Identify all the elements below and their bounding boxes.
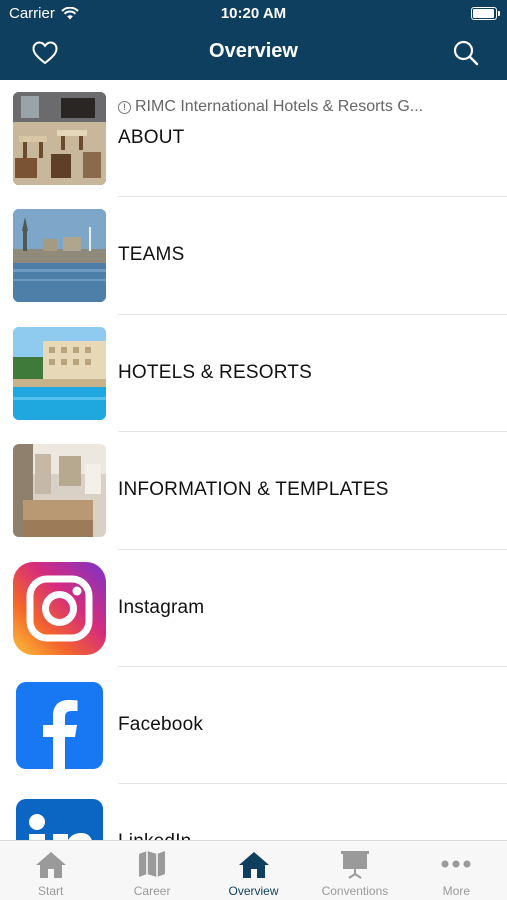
list-item-label: LinkedIn: [118, 831, 191, 840]
tab-label: Overview: [228, 884, 279, 898]
map-icon: [139, 851, 166, 877]
status-time: 10:20 AM: [220, 5, 287, 22]
tab-conventions[interactable]: Conventions: [304, 841, 405, 900]
list-item-label: INFORMATION & TEMPLATES: [118, 479, 389, 501]
list-item-facebook[interactable]: Facebook: [0, 667, 507, 785]
list-item-information-templates[interactable]: INFORMATION & TEMPLATES: [0, 432, 507, 550]
about-subtitle-text: RIMC International Hotels & Resorts G...: [135, 98, 424, 115]
list-item-about[interactable]: ! RIMC International Hotels & Resorts G.…: [0, 80, 507, 198]
list-item-label: Instagram: [118, 596, 205, 618]
home-icon: [35, 852, 66, 878]
list-item-label: TEAMS: [118, 244, 185, 266]
about-subtitle: ! RIMC International Hotels & Resorts G.…: [118, 98, 423, 116]
tab-career[interactable]: Career: [101, 841, 202, 900]
list-item-linkedin[interactable]: LinkedIn: [0, 784, 507, 840]
tab-overview[interactable]: Overview: [203, 841, 304, 900]
info-icon: !: [118, 100, 131, 114]
search-icon[interactable]: [451, 38, 481, 68]
app-screen: Carrier 10:20 AM Overview ! RIMC Interna…: [0, 0, 507, 900]
header: Carrier 10:20 AM Overview: [0, 0, 507, 80]
teams-thumbnail: [13, 209, 106, 303]
list-item-label: ABOUT: [118, 127, 185, 148]
hotels-thumbnail: [13, 326, 106, 420]
list-item-label: HOTELS & RESORTS: [118, 361, 312, 383]
list-item-teams[interactable]: TEAMS: [0, 197, 507, 315]
tab-start[interactable]: Start: [0, 841, 101, 900]
list-item-label: Facebook: [118, 713, 204, 735]
linkedin-icon: [13, 796, 106, 840]
nav-bar: Overview: [0, 28, 507, 80]
overview-list: ! RIMC International Hotels & Resorts G.…: [0, 80, 507, 840]
tab-label: Career: [133, 884, 171, 898]
tab-label: Conventions: [321, 884, 389, 898]
list-item-instagram[interactable]: Instagram: [0, 550, 507, 667]
about-thumbnail: [13, 92, 106, 185]
instagram-icon: [13, 561, 106, 655]
list-item-hotels-resorts[interactable]: HOTELS & RESORTS: [0, 315, 507, 433]
battery-icon: [471, 7, 500, 20]
status-bar: Carrier 10:20 AM: [0, 0, 507, 28]
tab-label: More: [442, 884, 470, 898]
tab-bar: Start Career Overview Conventions More: [0, 840, 507, 900]
presentation-icon: [340, 851, 369, 879]
facebook-icon: [13, 678, 106, 772]
tab-more[interactable]: More: [406, 841, 507, 900]
page-title: Overview: [209, 40, 298, 62]
information-thumbnail: [13, 444, 106, 538]
more-icon: [441, 860, 471, 868]
home-icon: [238, 852, 269, 878]
tab-label: Start: [38, 884, 64, 898]
